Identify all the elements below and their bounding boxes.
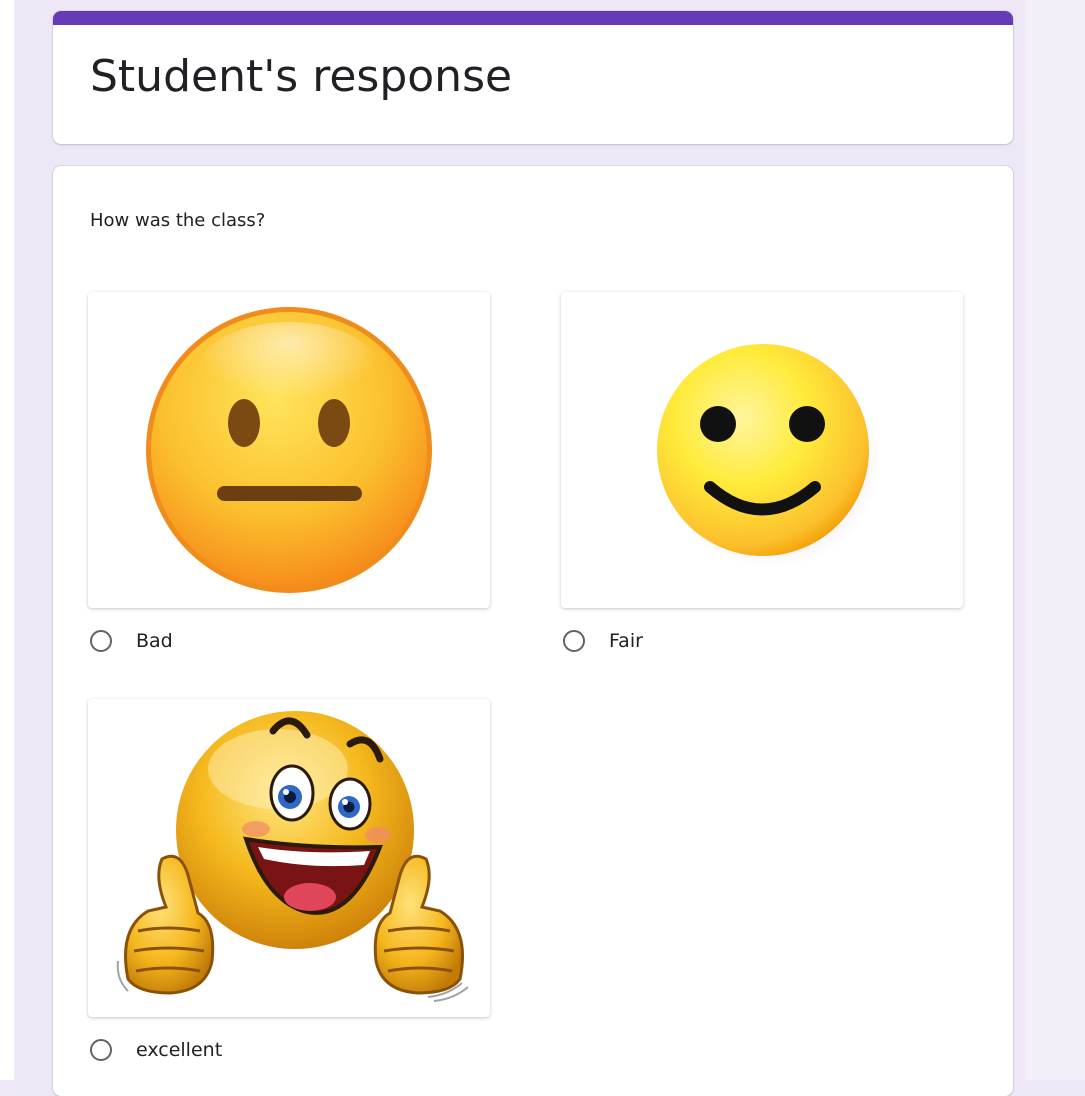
option-excellent[interactable]: excellent bbox=[88, 699, 492, 1065]
smiley-face-emoji-icon bbox=[657, 344, 881, 568]
right-margin bbox=[1025, 0, 1085, 1080]
option-image-fair[interactable] bbox=[561, 292, 963, 608]
radio-fair[interactable] bbox=[563, 630, 585, 652]
form-accent-bar bbox=[53, 11, 1013, 25]
question-text: How was the class? bbox=[90, 210, 266, 231]
left-margin bbox=[0, 0, 14, 1080]
option-label-bad: Bad bbox=[136, 630, 173, 652]
option-label-excellent: excellent bbox=[136, 1039, 223, 1061]
option-image-bad[interactable] bbox=[88, 292, 490, 608]
question-card: How was the class? Bad Fair excellent bbox=[53, 166, 1013, 1096]
radio-excellent[interactable] bbox=[90, 1039, 112, 1061]
thumbs-up-smiley-emoji-icon bbox=[116, 711, 469, 1002]
form-title: Student's response bbox=[90, 51, 513, 102]
form-header-card: Student's response bbox=[53, 11, 1013, 144]
neutral-face-emoji-icon bbox=[146, 307, 432, 593]
option-fair[interactable]: Fair bbox=[561, 292, 965, 656]
radio-bad[interactable] bbox=[90, 630, 112, 652]
option-label-fair: Fair bbox=[609, 630, 643, 652]
option-image-excellent[interactable] bbox=[88, 699, 490, 1017]
option-bad[interactable]: Bad bbox=[88, 292, 492, 656]
